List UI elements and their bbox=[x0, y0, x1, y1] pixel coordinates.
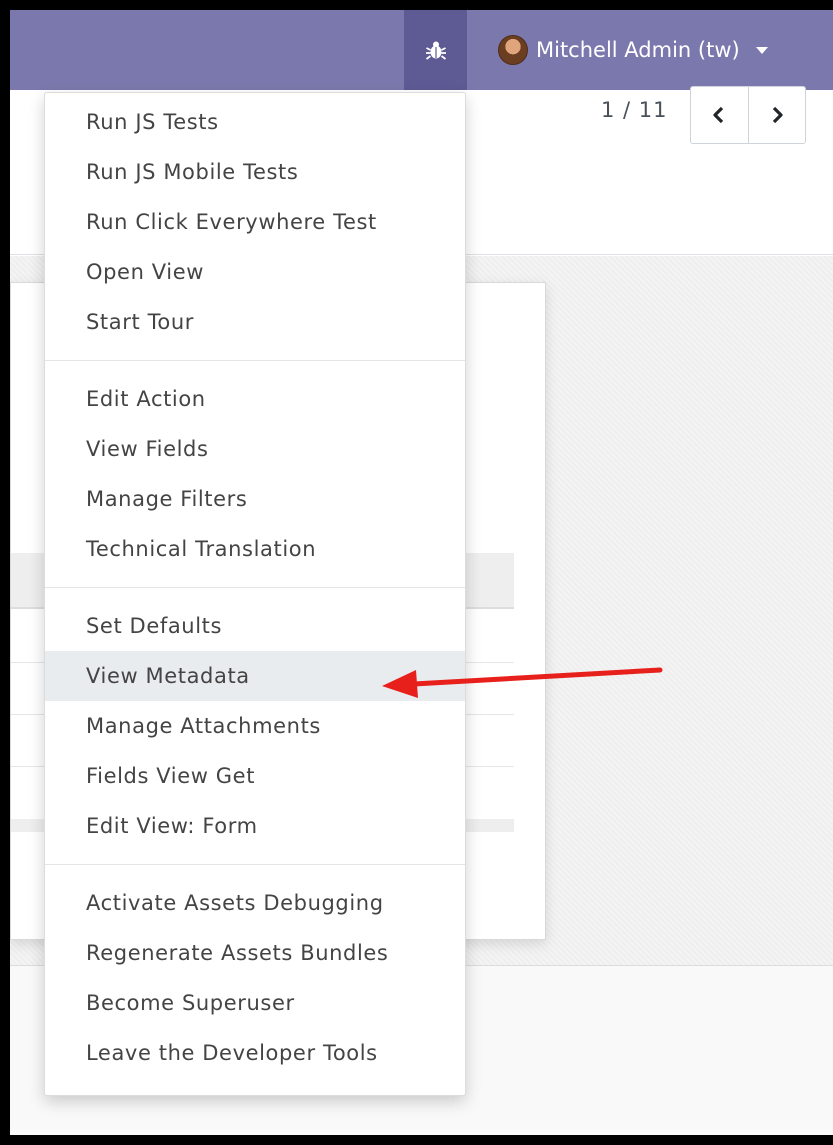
menu-item-open-view[interactable]: Open View bbox=[45, 247, 465, 297]
user-menu[interactable]: Mitchell Admin (tw) bbox=[498, 10, 768, 90]
pager-next-button[interactable] bbox=[747, 87, 806, 143]
menu-item-fields-view-get[interactable]: Fields View Get bbox=[45, 751, 465, 801]
debug-menu-button[interactable] bbox=[404, 10, 467, 90]
menu-divider bbox=[45, 587, 465, 588]
menu-item-activate-assets-debugging[interactable]: Activate Assets Debugging bbox=[45, 878, 465, 928]
debug-dropdown-menu: Run JS Tests Run JS Mobile Tests Run Click… bbox=[44, 92, 466, 1096]
menu-item-set-defaults[interactable]: Set Defaults bbox=[45, 601, 465, 651]
menu-item-leave-the-developer-tools[interactable]: Leave the Developer Tools bbox=[45, 1028, 465, 1078]
menu-item-regenerate-assets-bundles[interactable]: Regenerate Assets Bundles bbox=[45, 928, 465, 978]
red-arrow-annotation bbox=[382, 667, 663, 698]
menu-item-run-js-mobile-tests[interactable]: Run JS Mobile Tests bbox=[45, 147, 465, 197]
menu-divider bbox=[45, 864, 465, 865]
top-navbar: Mitchell Admin (tw) bbox=[10, 10, 833, 90]
menu-item-start-tour[interactable]: Start Tour bbox=[45, 297, 465, 347]
menu-divider bbox=[45, 360, 465, 361]
chevron-left-icon bbox=[713, 106, 724, 124]
pager-previous-button[interactable] bbox=[691, 87, 748, 143]
pager-buttons bbox=[690, 86, 806, 144]
menu-item-edit-view-form[interactable]: Edit View: Form bbox=[45, 801, 465, 851]
menu-item-run-js-tests[interactable]: Run JS Tests bbox=[45, 97, 465, 147]
menu-item-manage-attachments[interactable]: Manage Attachments bbox=[45, 701, 465, 751]
user-avatar bbox=[498, 35, 528, 65]
chevron-right-icon bbox=[772, 106, 783, 124]
menu-item-become-superuser[interactable]: Become Superuser bbox=[45, 978, 465, 1028]
menu-item-technical-translation[interactable]: Technical Translation bbox=[45, 524, 465, 574]
bug-icon bbox=[425, 41, 446, 60]
menu-item-edit-action[interactable]: Edit Action bbox=[45, 374, 465, 424]
menu-item-view-fields[interactable]: View Fields bbox=[45, 424, 465, 474]
caret-down-icon bbox=[755, 46, 768, 54]
menu-item-manage-filters[interactable]: Manage Filters bbox=[45, 474, 465, 524]
menu-item-run-click-everywhere-test[interactable]: Run Click Everywhere Test bbox=[45, 197, 465, 247]
pager-value: 1 / 11 bbox=[601, 98, 668, 122]
user-name: Mitchell Admin (tw) bbox=[536, 38, 740, 62]
